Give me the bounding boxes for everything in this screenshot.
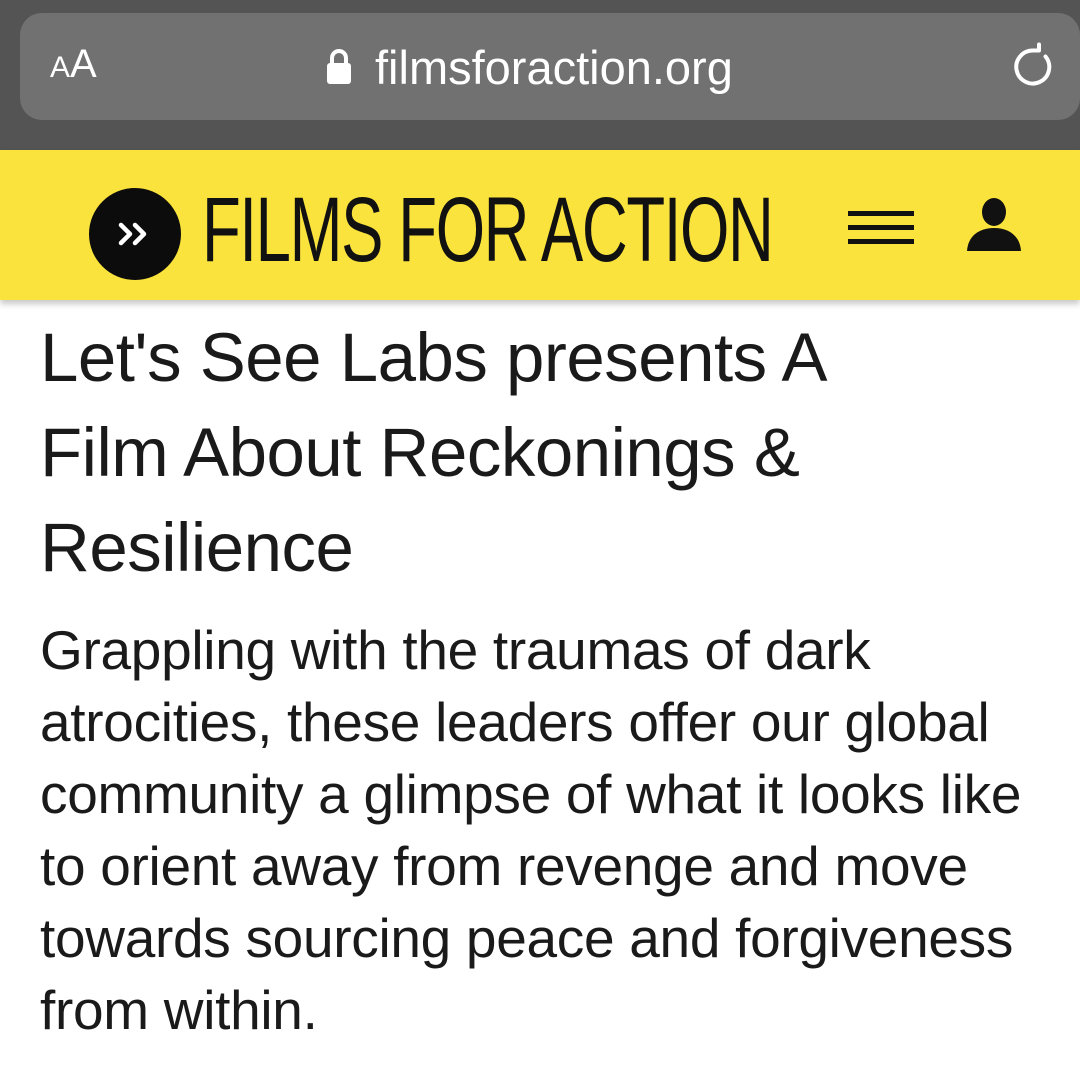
double-chevron-right-icon (118, 222, 147, 246)
article-title: Let's See Labs presents A Film About Rec… (40, 319, 824, 586)
site-logo[interactable] (89, 188, 181, 280)
page: AA filmsforaction.org FILMS FOR ACTION L… (0, 0, 1080, 1080)
site-header: FILMS FOR ACTION (0, 150, 1080, 300)
url-text[interactable]: filmsforaction.org (375, 42, 733, 94)
user-icon[interactable] (965, 195, 1023, 253)
reload-icon[interactable] (1008, 42, 1058, 92)
article: Let's See Labs presents A Film About Rec… (40, 300, 1070, 1046)
hamburger-menu-icon[interactable] (848, 205, 914, 251)
lock-icon (327, 49, 351, 84)
text-size-small-label: A (50, 51, 71, 84)
site-name[interactable]: FILMS FOR ACTION (202, 180, 774, 280)
text-size-button[interactable]: AA (50, 44, 97, 84)
browser-toolbar: AA filmsforaction.org (0, 0, 1080, 150)
article-summary: Grappling with the traumas of dark atroc… (40, 619, 1022, 1041)
text-size-large-label: A (70, 42, 97, 86)
